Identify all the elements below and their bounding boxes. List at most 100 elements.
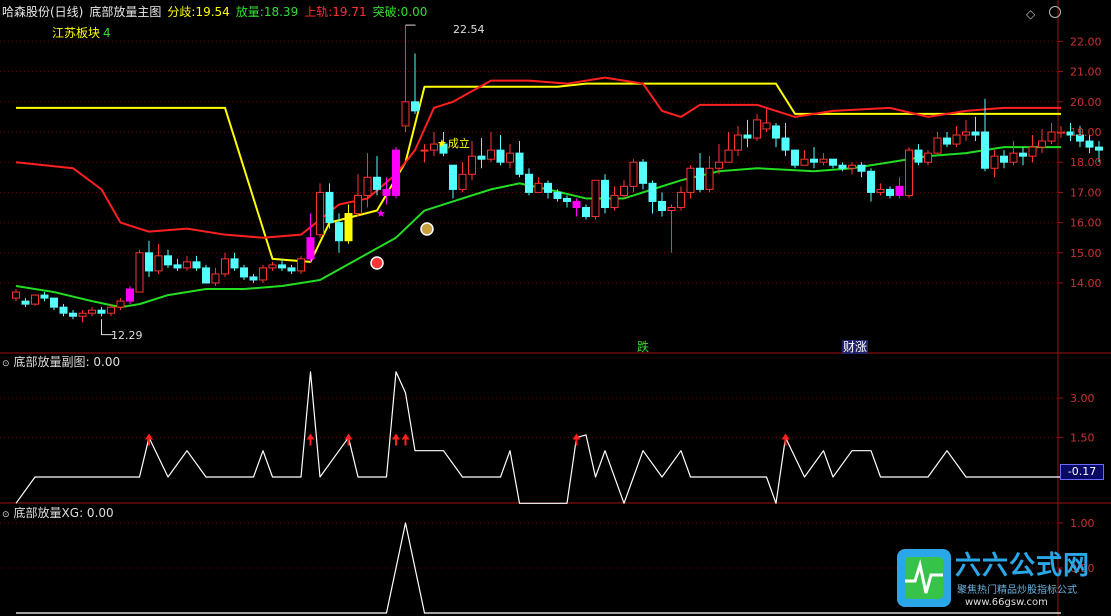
candle-body bbox=[116, 300, 125, 308]
candle bbox=[924, 150, 932, 166]
candle bbox=[582, 204, 590, 220]
price-tick-label: 17.00 bbox=[1070, 186, 1102, 199]
candle-body bbox=[781, 137, 790, 151]
sector-label[interactable]: 江苏板块 4 bbox=[52, 26, 117, 40]
candle bbox=[249, 273, 258, 283]
candle-body bbox=[1019, 152, 1027, 157]
candle-body bbox=[211, 273, 220, 284]
candle bbox=[325, 183, 334, 229]
sub2-collapse-icon[interactable]: ⊙ bbox=[2, 510, 10, 520]
low-price-label: 12.29 bbox=[111, 329, 143, 342]
candle bbox=[306, 213, 315, 262]
candle bbox=[173, 258, 182, 271]
candle-body bbox=[962, 131, 970, 136]
candle bbox=[639, 159, 647, 190]
site-title: 六六公式网 bbox=[955, 551, 1091, 581]
candle bbox=[506, 144, 514, 169]
candle-body bbox=[990, 155, 999, 169]
candle-body bbox=[202, 267, 210, 284]
candle-body bbox=[496, 149, 505, 163]
candle-body bbox=[895, 185, 904, 196]
candle-body bbox=[591, 179, 600, 218]
candle bbox=[563, 195, 571, 208]
main-header: 哈森股份(日线) 底部放量主图 分歧:19.54 放量:18.39 上轨:19.71 突破… bbox=[2, 5, 439, 19]
candle bbox=[781, 122, 790, 157]
candle bbox=[914, 144, 923, 166]
candle bbox=[686, 165, 695, 199]
candle bbox=[819, 153, 828, 166]
up-arrow-icon bbox=[306, 433, 315, 446]
candle bbox=[572, 198, 581, 217]
candle bbox=[867, 168, 875, 202]
candle bbox=[810, 147, 818, 169]
chengli-label: ★成立 bbox=[437, 137, 470, 150]
candle-body bbox=[1028, 146, 1037, 157]
candle-body bbox=[829, 158, 837, 166]
candle-body bbox=[572, 200, 581, 209]
sub1-current-value-box: -0.17 bbox=[1060, 464, 1104, 480]
candle bbox=[401, 25, 410, 132]
indicator-name[interactable]: 底部放量主图 bbox=[89, 5, 161, 19]
candle-body bbox=[762, 122, 771, 130]
candle bbox=[12, 289, 20, 302]
money-bag-icon bbox=[420, 222, 434, 236]
site-logo-icon bbox=[897, 549, 951, 607]
candle bbox=[202, 264, 210, 284]
candle-body bbox=[553, 191, 562, 199]
candle-body bbox=[221, 258, 229, 275]
candle bbox=[658, 192, 666, 217]
candle-body bbox=[420, 149, 429, 152]
candle-body bbox=[971, 131, 980, 136]
price-tick-label: 14.00 bbox=[1070, 277, 1102, 290]
candle-body bbox=[686, 167, 695, 193]
candle bbox=[31, 294, 39, 306]
candle-body bbox=[743, 134, 752, 139]
sub2-tick-label: 1.00 bbox=[1070, 517, 1095, 530]
sub1-collapse-icon[interactable]: ⊙ bbox=[2, 359, 10, 369]
candle bbox=[21, 298, 30, 308]
candle-body bbox=[145, 252, 153, 272]
candle-body bbox=[21, 300, 30, 305]
price-tick-label: 19.00 bbox=[1070, 126, 1102, 139]
site-url: www.66gsw.com bbox=[965, 597, 1048, 608]
candle bbox=[297, 255, 305, 274]
sub1-tick-label: 3.00 bbox=[1070, 392, 1095, 405]
candle-body bbox=[933, 137, 942, 154]
candle bbox=[458, 162, 467, 193]
candle-body bbox=[126, 288, 134, 302]
candle bbox=[221, 252, 229, 277]
candle bbox=[145, 240, 153, 277]
candle bbox=[791, 149, 799, 169]
candle-body bbox=[1009, 152, 1018, 163]
candle bbox=[962, 119, 970, 142]
star-icon: ★ bbox=[376, 207, 386, 220]
high-price-label: 22.54 bbox=[453, 23, 485, 36]
candle-body bbox=[1038, 140, 1046, 148]
candle-body bbox=[363, 176, 372, 196]
candle-body bbox=[107, 306, 115, 314]
candle bbox=[591, 179, 600, 220]
settings-circle-icon[interactable] bbox=[1049, 6, 1062, 18]
candle bbox=[59, 304, 68, 317]
price-tick-label: 16.00 bbox=[1070, 217, 1102, 230]
price-axis: 14.00 15.00 16.00 17.00 18.00 19.00 20.00 21.00… bbox=[1058, 35, 1102, 575]
candle bbox=[392, 147, 400, 199]
candle-body bbox=[810, 158, 818, 163]
candle bbox=[1000, 150, 1008, 169]
candle-body bbox=[943, 137, 951, 145]
candle-body bbox=[658, 200, 666, 212]
sub2-title[interactable]: 底部放量XG bbox=[14, 506, 80, 520]
candle-body bbox=[297, 258, 305, 272]
candle bbox=[40, 292, 49, 302]
site-subtitle: 聚焦热门精品炒股指标公式 bbox=[957, 585, 1077, 596]
diamond-icon[interactable]: ◇ bbox=[1026, 7, 1035, 21]
candle bbox=[449, 164, 457, 199]
candle bbox=[857, 162, 866, 178]
candle-body bbox=[1085, 140, 1094, 148]
chart-annotations: ★ bbox=[101, 24, 434, 336]
candle bbox=[116, 298, 125, 311]
stock-name[interactable]: 哈森股份(日线) bbox=[2, 5, 83, 19]
candle-body bbox=[753, 119, 761, 139]
candle-body bbox=[401, 101, 410, 127]
sub1-title[interactable]: 底部放量副图 bbox=[14, 355, 86, 369]
